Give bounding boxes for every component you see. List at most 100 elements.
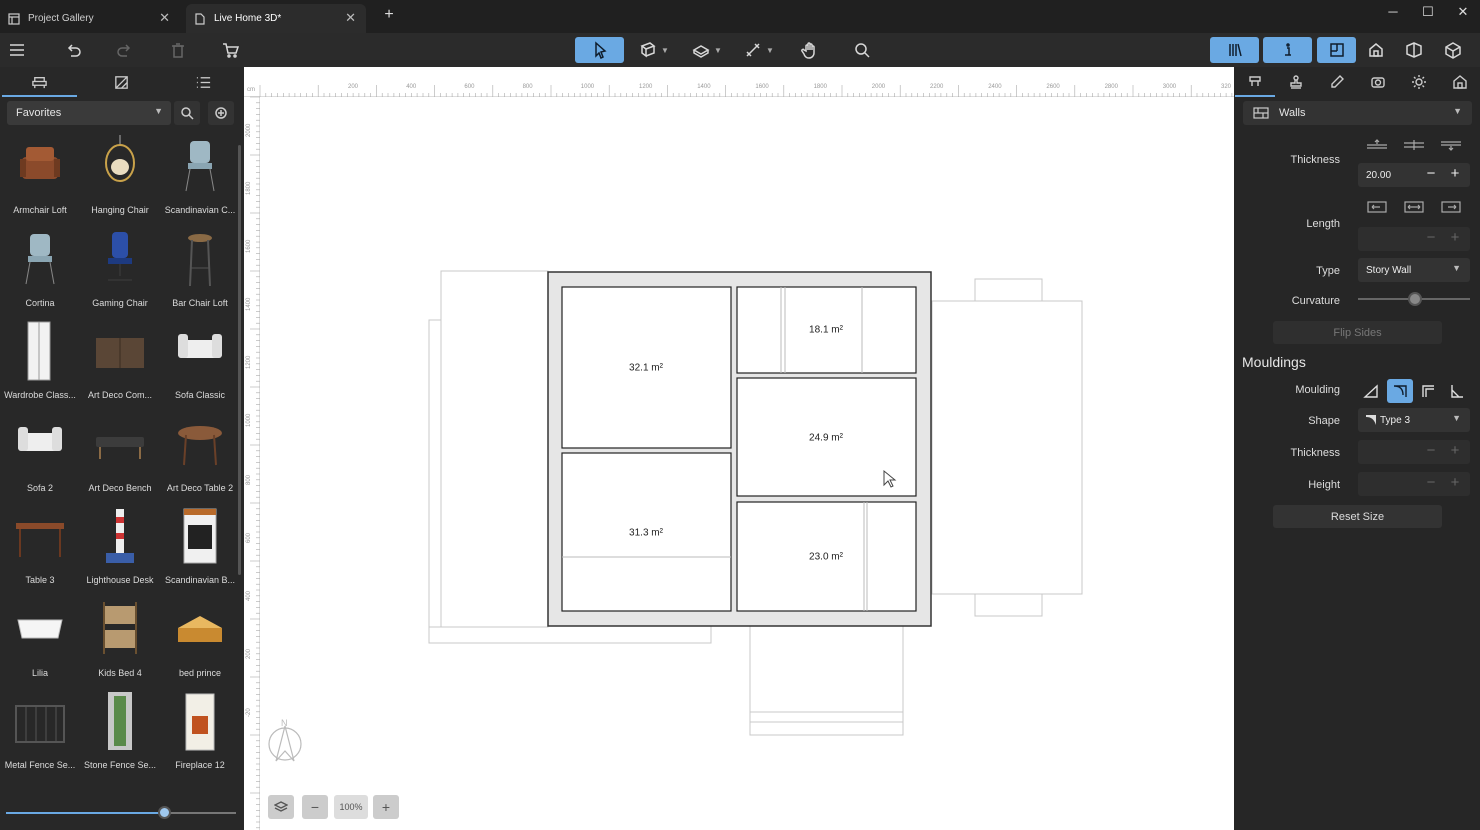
search-library-button[interactable] [174,101,200,125]
plan-3d-icon[interactable] [1401,37,1427,63]
measure-icon[interactable]: ▼ [741,37,777,63]
tab-object-properties[interactable] [1235,67,1275,97]
increment-button[interactable]: + [1446,229,1464,246]
library-scrollbar[interactable] [238,145,241,575]
tab-camera[interactable] [1358,67,1398,97]
moulding-height-input[interactable]: − + [1358,472,1470,496]
zoom-out-button[interactable]: − [302,795,328,819]
moulding-thickness-input[interactable]: − + [1358,440,1470,464]
minimize-button[interactable]: ─ [1378,4,1408,19]
library-item[interactable]: Fireplace 12 [160,686,238,778]
anchor-right-icon[interactable] [1440,201,1462,213]
tab-stamp[interactable] [1276,67,1316,97]
tab-building[interactable] [1440,67,1480,97]
flip-sides-button[interactable]: Flip Sides [1273,321,1442,344]
info-icon[interactable] [1263,37,1312,63]
slider-knob[interactable] [1408,292,1422,306]
room-area-label[interactable]: 31.3 m² [629,528,663,539]
moulding-option-4[interactable] [1444,379,1470,403]
moulding-option-1[interactable] [1358,379,1384,403]
maximize-button[interactable]: ☐ [1413,4,1443,20]
library-item[interactable]: Art Deco Bench [80,409,160,501]
tab-lighting[interactable] [1399,67,1439,97]
build-tools-icon[interactable]: ▼ [636,37,672,63]
redo-icon[interactable] [112,37,138,63]
tab-furniture[interactable] [2,67,77,97]
library-item[interactable]: Scandinavian B... [160,501,238,593]
length-input[interactable]: − + [1358,227,1470,251]
library-item[interactable]: Metal Fence Se... [0,686,80,778]
search-icon[interactable] [849,37,875,63]
tab-live-home-3d[interactable]: Live Home 3D* ✕ [186,4,366,33]
align-center-icon[interactable] [1403,139,1425,151]
close-icon[interactable]: ✕ [159,10,170,26]
library-item[interactable]: Sofa Classic [160,316,238,408]
filter-library-button[interactable] [208,101,234,125]
wall-type-select[interactable]: Story Wall ▼ [1358,258,1470,282]
slider-knob[interactable] [158,806,171,819]
plan-2d-icon[interactable] [1317,37,1356,63]
zoom-level[interactable]: 100% [334,795,368,819]
decrement-button[interactable]: − [1422,442,1440,459]
thumbnail-size-slider[interactable] [6,806,236,819]
library-item[interactable]: Gaming Chair [80,224,160,316]
decrement-button[interactable]: − [1422,165,1440,182]
draw-tools-icon[interactable]: ▼ [689,37,725,63]
thickness-input[interactable]: 20.00 − + [1358,163,1470,187]
library-item[interactable]: bed prince [160,594,238,686]
tab-list[interactable] [166,67,241,97]
pan-hand-icon[interactable] [797,37,823,63]
plan-canvas[interactable]: cm 200 400 600 800 1000 1200 1400 1600 1800 2000 2… [244,67,1234,830]
anchor-both-icon[interactable] [1403,201,1425,213]
category-select[interactable]: Favorites ▼ [7,101,171,125]
moulding-option-2[interactable] [1387,379,1413,403]
library-item[interactable]: Armchair Loft [0,131,80,223]
library-item[interactable]: Table 3 [0,501,80,593]
tab-project-gallery[interactable]: Project Gallery ✕ [0,4,180,33]
library-item[interactable]: Art Deco Table 2 [160,409,238,501]
home-view-icon[interactable] [1363,37,1389,63]
close-window-button[interactable]: ✕ [1448,4,1478,20]
curvature-slider[interactable] [1358,292,1470,306]
room-area-label[interactable]: 32.1 m² [629,363,663,374]
library-item[interactable]: Lighthouse Desk [80,501,160,593]
room-area-label[interactable]: 24.9 m² [809,433,843,444]
shape-select[interactable]: Type 3 ▼ [1358,408,1470,432]
library-item[interactable]: Wardrobe Class... [0,316,80,408]
library-item[interactable]: Stone Fence Se... [80,686,160,778]
increment-button[interactable]: + [1446,442,1464,459]
tab-materials[interactable] [84,67,159,97]
decrement-button[interactable]: − [1422,474,1440,491]
close-icon[interactable]: ✕ [345,10,356,26]
tab-eyedropper[interactable] [1317,67,1357,97]
increment-button[interactable]: + [1446,165,1464,182]
menu-icon[interactable] [4,37,30,63]
undo-icon[interactable] [60,37,86,63]
library-icon[interactable] [1210,37,1259,63]
object-type-select[interactable]: Walls ▼ [1243,101,1472,125]
increment-button[interactable]: + [1446,474,1464,491]
cart-icon[interactable] [217,37,243,63]
decrement-button[interactable]: − [1422,229,1440,246]
new-tab-button[interactable]: + [374,6,404,24]
select-arrow-icon[interactable] [575,37,624,63]
room-area-label[interactable]: 18.1 m² [809,325,843,336]
anchor-left-icon[interactable] [1366,201,1388,213]
library-item[interactable]: Sofa 2 [0,409,80,501]
library-item[interactable]: Kids Bed 4 [80,594,160,686]
3d-view-icon[interactable] [1440,37,1466,63]
zoom-in-button[interactable]: + [373,795,399,819]
reset-size-button[interactable]: Reset Size [1273,505,1442,528]
library-item[interactable]: Scandinavian C... [160,131,238,223]
library-item[interactable]: Art Deco Com... [80,316,160,408]
layers-button[interactable] [268,795,294,819]
library-item[interactable]: Hanging Chair [80,131,160,223]
room-area-label[interactable]: 23.0 m² [809,552,843,563]
library-item[interactable]: Cortina [0,224,80,316]
library-item[interactable]: Lilia [0,594,80,686]
library-item[interactable]: Bar Chair Loft [160,224,238,316]
delete-icon[interactable] [165,37,191,63]
align-top-icon[interactable] [1366,139,1388,151]
moulding-option-3[interactable] [1415,379,1441,403]
align-bottom-icon[interactable] [1440,139,1462,151]
